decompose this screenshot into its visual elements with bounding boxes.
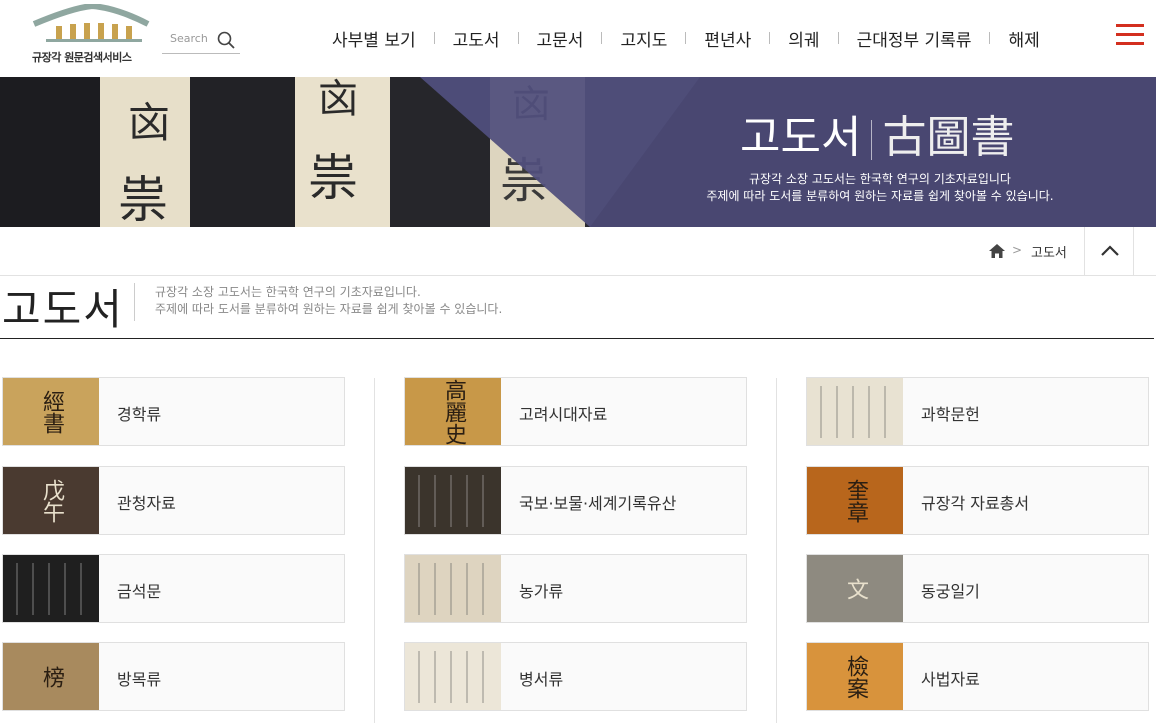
- category-thumbnail: 文: [807, 555, 903, 622]
- search-input[interactable]: [170, 32, 218, 45]
- category-label: 사법자료: [921, 670, 980, 689]
- banner-description: 규장각 소장 고도서는 한국학 연구의 기초자료입니다 주제에 따라 도서를 분…: [660, 171, 1100, 205]
- thumbnail-glyphs: 奎章: [843, 478, 868, 523]
- title-divider: [134, 283, 135, 321]
- category-card[interactable]: 文 동궁일기: [806, 554, 1149, 623]
- thumbnail-glyphs: 高麗史: [441, 378, 466, 445]
- thumbnail-glyphs: 檢案: [843, 654, 868, 699]
- banner-title: 고도서 古圖書: [740, 101, 1014, 165]
- hero-banner: 㐫 祟 㐫 祟 㐫 祟 고도서古圖書 규장각 소장 고도서는 한국학 연구의 기…: [0, 77, 1156, 227]
- category-label: 방목류: [117, 670, 162, 689]
- main-nav: 사부별 보기 고도서 고문서 고지도 편년사 의궤 근대정부 기록류 해제: [318, 24, 1040, 52]
- category-thumbnail: 奎章: [807, 467, 903, 534]
- category-thumbnail: 經書: [3, 378, 99, 445]
- home-icon[interactable]: [988, 243, 1006, 259]
- banner-title-hanja: 古圖書: [882, 112, 1015, 163]
- category-card[interactable]: 榜 방목류: [2, 642, 345, 711]
- category-thumbnail: [3, 555, 99, 622]
- nav-item-godoseo[interactable]: 고도서: [453, 26, 500, 51]
- thumbnail-glyphs: 戊午: [39, 478, 64, 523]
- banner-title-ko: 고도서: [740, 112, 862, 163]
- category-card[interactable]: 高麗史 고려시대자료: [404, 377, 747, 446]
- category-thumbnail: 榜: [3, 643, 99, 710]
- search-icon[interactable]: [216, 30, 236, 50]
- site-header: 규장각 원문검색서비스 사부별 보기 고도서 고문서 고지도 편년사 의궤 근대…: [0, 0, 1156, 77]
- category-label: 규장각 자료총서: [921, 494, 1030, 513]
- breadcrumb-arrow: >: [1012, 243, 1023, 257]
- category-label: 국보·보물·세계기록유산: [519, 494, 677, 513]
- nav-divider: [517, 32, 519, 44]
- search-box: [162, 28, 240, 54]
- page-desc-line1: 규장각 소장 고도서는 한국학 연구의 기초자료입니다.: [155, 285, 421, 299]
- site-logo[interactable]: 규장각 원문검색서비스: [30, 4, 150, 64]
- category-label: 고려시대자료: [519, 405, 608, 424]
- breadcrumb: > 고도서: [0, 227, 1156, 276]
- category-card[interactable]: 經書 경학류: [2, 377, 345, 446]
- nav-item-gojido[interactable]: 고지도: [620, 26, 667, 51]
- section-rule: [0, 338, 1154, 339]
- hamburger-menu-icon[interactable]: [1116, 24, 1146, 48]
- nav-divider: [685, 32, 687, 44]
- collapse-button[interactable]: [1084, 227, 1134, 276]
- category-thumbnail: 戊午: [3, 467, 99, 534]
- category-label: 과학문헌: [921, 405, 980, 424]
- category-thumbnail: [405, 643, 501, 710]
- category-label: 경학류: [117, 405, 162, 424]
- category-label: 금석문: [117, 582, 162, 601]
- category-card[interactable]: 과학문헌: [806, 377, 1149, 446]
- nav-item-modern-records[interactable]: 근대정부 기록류: [857, 26, 972, 51]
- nav-item-pyeonnyeonsa[interactable]: 편년사: [704, 26, 751, 51]
- column-divider: [776, 378, 777, 723]
- nav-divider: [601, 32, 603, 44]
- category-label: 농가류: [519, 582, 564, 601]
- category-label: 관청자료: [117, 494, 176, 513]
- category-card[interactable]: 병서류: [404, 642, 747, 711]
- category-label: 동궁일기: [921, 582, 980, 601]
- category-thumbnail: 高麗史: [405, 378, 501, 445]
- category-thumbnail: [807, 378, 903, 445]
- page-title: 고도서: [2, 285, 124, 334]
- banner-title-divider: [871, 120, 873, 160]
- category-card[interactable]: 금석문: [2, 554, 345, 623]
- banner-desc-line1: 규장각 소장 고도서는 한국학 연구의 기초자료입니다: [749, 172, 1011, 186]
- logo-roof-icon: [32, 4, 150, 42]
- nav-item-haeje[interactable]: 해제: [1008, 26, 1039, 51]
- nav-item-sabu[interactable]: 사부별 보기: [332, 26, 416, 51]
- chevron-up-icon: [1101, 245, 1119, 256]
- category-label: 병서류: [519, 670, 564, 689]
- banner-desc-line2: 주제에 따라 도서를 분류하여 원하는 자료를 쉽게 찾아볼 수 있습니다.: [706, 189, 1054, 203]
- category-card[interactable]: 奎章 규장각 자료총서: [806, 466, 1149, 535]
- category-card[interactable]: 檢案 사법자료: [806, 642, 1149, 711]
- nav-divider: [433, 32, 435, 44]
- logo-text: 규장각 원문검색서비스: [32, 51, 132, 64]
- thumbnail-glyphs: 榜: [39, 665, 64, 688]
- nav-divider: [837, 32, 839, 44]
- category-thumbnail: [405, 555, 501, 622]
- category-thumbnail: 檢案: [807, 643, 903, 710]
- nav-item-uigwe[interactable]: 의궤: [788, 26, 819, 51]
- thumbnail-glyphs: 經書: [39, 389, 64, 434]
- breadcrumb-current: 고도서: [1031, 246, 1067, 261]
- page-description: 규장각 소장 고도서는 한국학 연구의 기초자료입니다. 주제에 따라 도서를 …: [155, 284, 502, 318]
- category-card[interactable]: 戊午 관청자료: [2, 466, 345, 535]
- category-card[interactable]: 농가류: [404, 554, 747, 623]
- nav-divider: [769, 32, 771, 44]
- category-thumbnail: [405, 467, 501, 534]
- column-divider: [374, 378, 375, 723]
- category-card[interactable]: 국보·보물·세계기록유산: [404, 466, 747, 535]
- thumbnail-glyphs: 文: [843, 577, 868, 600]
- page-desc-line2: 주제에 따라 도서를 분류하여 원하는 자료를 쉽게 찾아볼 수 있습니다.: [155, 302, 503, 316]
- nav-divider: [989, 32, 991, 44]
- nav-item-gomunseo[interactable]: 고문서: [537, 26, 584, 51]
